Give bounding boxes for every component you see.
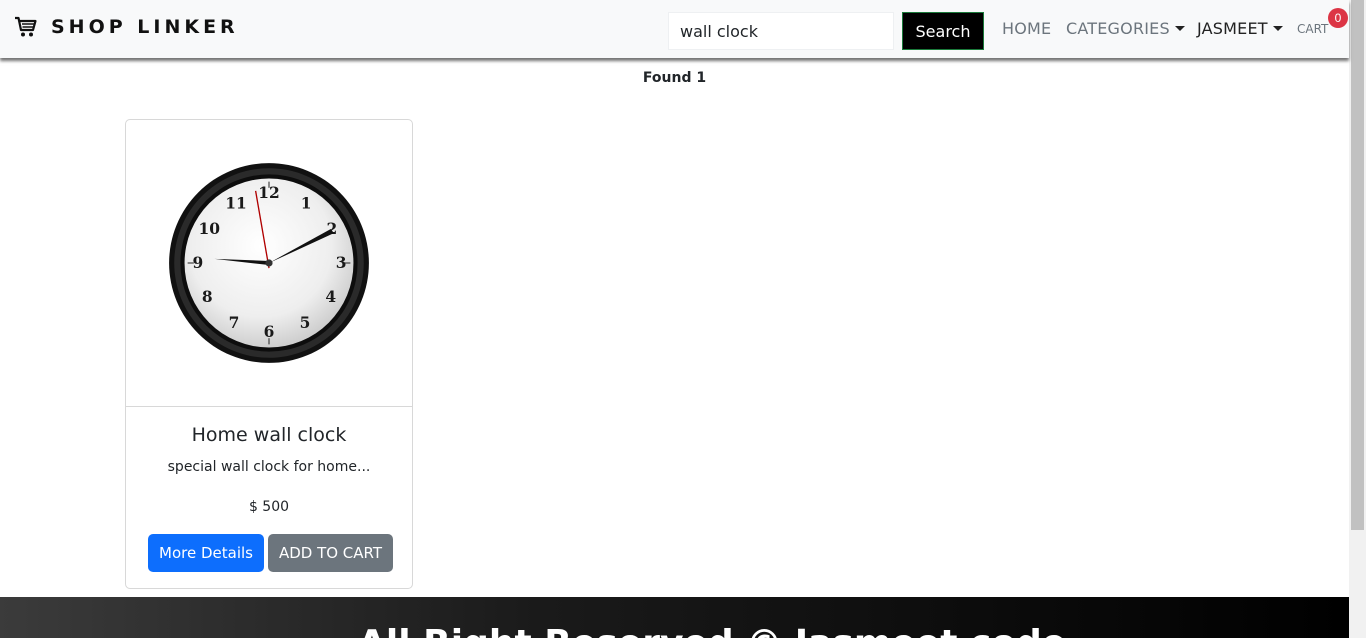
svg-text:7: 7: [229, 313, 240, 332]
nav-user-dropdown[interactable]: JASMEET: [1197, 19, 1283, 38]
search-input[interactable]: wall clock: [668, 12, 894, 50]
nav-categories-label: CATEGORIES: [1066, 19, 1170, 38]
nav-cart-link[interactable]: CART: [1297, 22, 1328, 36]
product-price: $ 500: [248, 499, 290, 515]
search-input-value: wall clock: [680, 21, 758, 41]
scrollbar-thumb[interactable]: [1351, 0, 1364, 530]
wall-clock-image: 12 1 2 3 4 5 6 7 8 9 10 11: [169, 163, 369, 363]
nav-user-label: JASMEET: [1197, 19, 1268, 38]
svg-text:9: 9: [193, 253, 204, 272]
svg-text:10: 10: [199, 219, 221, 238]
svg-text:11: 11: [225, 193, 246, 212]
product-card: 12 1 2 3 4 5 6 7 8 9 10 11 Home wall clo…: [125, 119, 413, 589]
svg-text:6: 6: [264, 322, 275, 341]
product-image: 12 1 2 3 4 5 6 7 8 9 10 11: [126, 120, 412, 407]
add-to-cart-button[interactable]: ADD TO CART: [268, 534, 393, 572]
svg-text:8: 8: [202, 287, 213, 306]
more-details-button[interactable]: More Details: [148, 534, 264, 572]
footer-copyright: All Right Reserved © Jasmeet code: [358, 623, 1066, 638]
brand-name: SHOP LINKER: [51, 16, 239, 38]
navbar: SHOP LINKER wall clock Search HOME CATEG…: [0, 0, 1349, 58]
svg-text:3: 3: [336, 253, 347, 272]
nav-home-link[interactable]: HOME: [1002, 19, 1051, 38]
nav-categories-dropdown[interactable]: CATEGORIES: [1066, 19, 1185, 38]
results-count: Found 1: [642, 70, 707, 86]
caret-down-icon: [1174, 26, 1185, 31]
product-description: special wall clock for home...: [167, 459, 371, 475]
caret-down-icon: [1272, 26, 1283, 31]
svg-text:4: 4: [325, 287, 336, 306]
search-button[interactable]: Search: [902, 12, 984, 50]
shopping-cart-icon: [15, 16, 37, 37]
cart-count-badge: 0: [1328, 8, 1348, 28]
svg-text:1: 1: [301, 193, 312, 212]
page-scrollbar[interactable]: [1349, 0, 1366, 638]
svg-text:12: 12: [258, 183, 279, 202]
product-name: Home wall clock: [191, 424, 347, 446]
brand-link[interactable]: SHOP LINKER: [14, 15, 239, 39]
svg-text:5: 5: [300, 313, 311, 332]
footer: All Right Reserved © Jasmeet code: [0, 597, 1349, 638]
